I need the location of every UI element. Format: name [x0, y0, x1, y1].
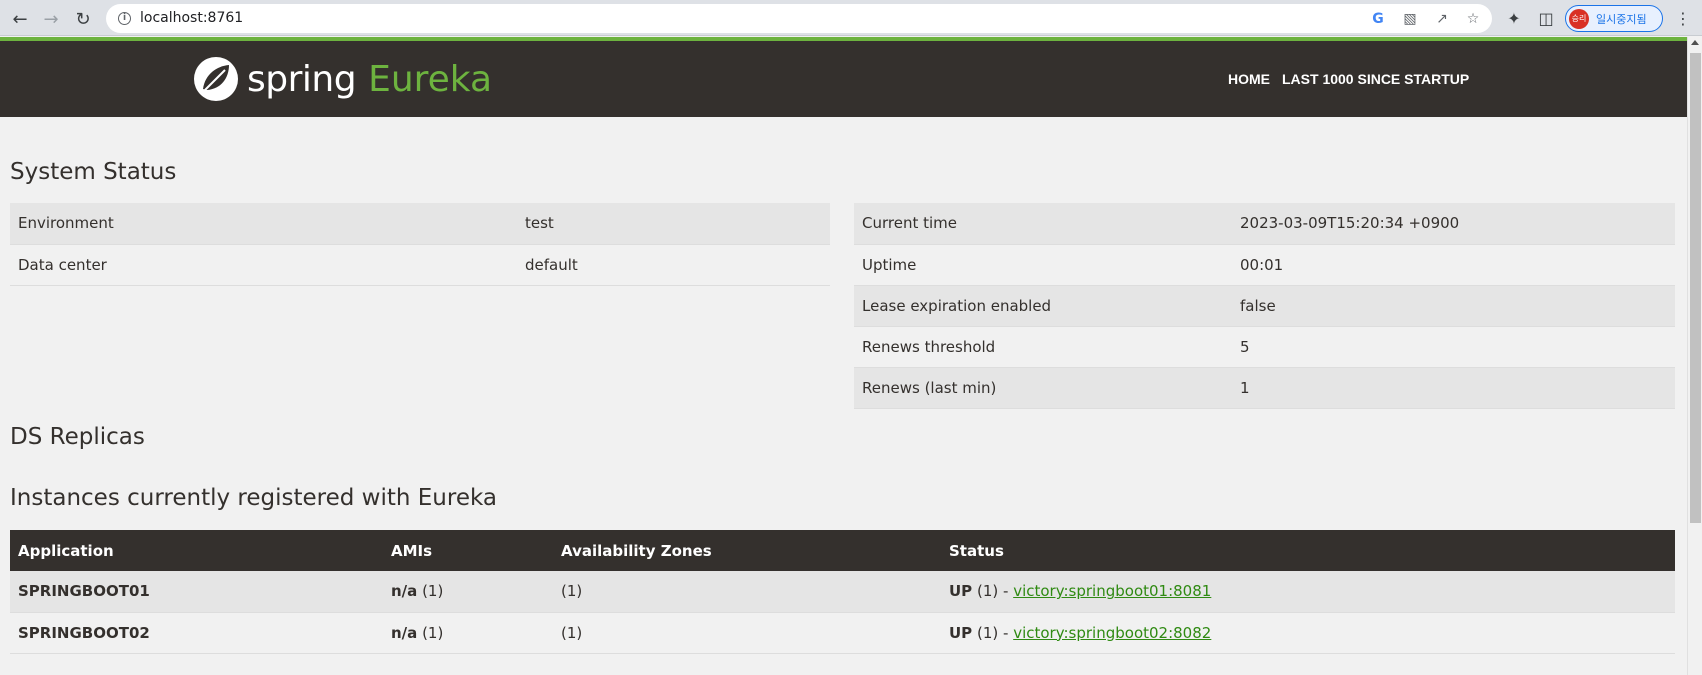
application-name: SPRINGBOOT01 [10, 571, 383, 613]
translate-icon[interactable]: ▧ [1401, 10, 1419, 28]
brand-spring-text: spring [247, 58, 357, 100]
browser-toolbar: ← → ↻ i localhost:8761 G ▧ ↗ ☆ ✦ ◫ 승리 일시… [0, 0, 1702, 36]
table-row: SPRINGBOOT01 n/a (1) (1) UP (1) - victor… [10, 571, 1675, 613]
avatar: 승리 [1569, 8, 1589, 29]
application-name: SPRINGBOOT02 [10, 612, 383, 654]
table-header-row: Application AMIs Availability Zones Stat… [10, 530, 1675, 571]
table-row: Data center default [10, 244, 830, 286]
menu-icon[interactable]: ⋮ [1672, 7, 1694, 29]
status-value: 1 [1232, 367, 1675, 409]
google-icon[interactable]: G [1369, 10, 1387, 28]
status-value: 00:01 [1232, 244, 1675, 286]
address-bar[interactable]: i localhost:8761 G ▧ ↗ ☆ [106, 4, 1492, 33]
ami-cell: n/a (1) [383, 612, 553, 654]
ami-count: (1) [422, 623, 444, 642]
instances-table: Application AMIs Availability Zones Stat… [10, 530, 1675, 654]
ami-value: n/a [391, 582, 418, 601]
site-info-icon[interactable]: i [118, 12, 131, 25]
status-count: (1) - [976, 582, 1009, 601]
status-key: Renews (last min) [854, 367, 1232, 409]
zones-cell: (1) [553, 571, 941, 613]
table-row: Renews threshold 5 [854, 326, 1675, 368]
table-row: Lease expiration enabled false [854, 285, 1675, 327]
status-value: 5 [1232, 326, 1675, 368]
status-key: Uptime [854, 244, 1232, 286]
status-count: (1) - [976, 623, 1009, 642]
url-text[interactable]: localhost:8761 [140, 10, 243, 26]
system-status-left-table: Environment test Data center default [10, 203, 830, 286]
status-key: Environment [10, 203, 517, 245]
status-value: 2023-03-09T15:20:34 +0900 [1232, 203, 1675, 245]
status-key: Lease expiration enabled [854, 285, 1232, 327]
status-label: UP [949, 582, 973, 601]
ds-replicas-title: DS Replicas [10, 424, 145, 450]
table-row: Renews (last min) 1 [854, 367, 1675, 409]
table-row: Environment test [10, 203, 830, 245]
status-key: Data center [10, 244, 517, 286]
column-header-status: Status [941, 530, 1675, 571]
status-value: false [1232, 285, 1675, 327]
ami-value: n/a [391, 623, 418, 642]
status-cell: UP (1) - victory:springboot01:8081 [941, 571, 1675, 613]
status-key: Current time [854, 203, 1232, 245]
share-icon[interactable]: ↗ [1433, 10, 1451, 28]
scroll-up-icon[interactable] [1691, 40, 1699, 45]
instance-link[interactable]: victory:springboot02:8082 [1013, 624, 1211, 642]
system-status-title: System Status [10, 159, 177, 185]
nav-home-link[interactable]: HOME [1228, 71, 1270, 87]
ami-cell: n/a (1) [383, 571, 553, 613]
reload-icon[interactable]: ↻ [70, 6, 96, 32]
status-key: Renews threshold [854, 326, 1232, 368]
nav-links: HOME LAST 1000 SINCE STARTUP [1228, 71, 1469, 87]
profile-label: 일시중지됨 [1596, 12, 1647, 26]
zones-cell: (1) [553, 612, 941, 654]
extensions-icon[interactable]: ✦ [1503, 7, 1525, 29]
side-panel-icon[interactable]: ◫ [1535, 7, 1557, 29]
spring-leaf-icon [194, 57, 238, 101]
vertical-scrollbar[interactable] [1687, 37, 1702, 675]
column-header-application: Application [10, 530, 383, 571]
status-cell: UP (1) - victory:springboot02:8082 [941, 612, 1675, 654]
profile-button[interactable]: 승리 일시중지됨 [1565, 5, 1663, 32]
brand-logo[interactable]: spring Eureka [193, 54, 492, 104]
status-value: test [517, 203, 830, 245]
forward-icon[interactable]: → [38, 6, 64, 32]
table-row: SPRINGBOOT02 n/a (1) (1) UP (1) - victor… [10, 612, 1675, 654]
scrollbar-thumb[interactable] [1690, 53, 1701, 523]
system-status-right-table: Current time 2023-03-09T15:20:34 +0900 U… [854, 203, 1675, 409]
instance-link[interactable]: victory:springboot01:8081 [1013, 582, 1211, 600]
table-row: Current time 2023-03-09T15:20:34 +0900 [854, 203, 1675, 245]
bookmark-star-icon[interactable]: ☆ [1464, 10, 1482, 28]
top-navbar: spring Eureka HOME LAST 1000 SINCE START… [0, 41, 1687, 117]
ami-count: (1) [422, 582, 444, 601]
status-value: default [517, 244, 830, 286]
table-row: Uptime 00:01 [854, 244, 1675, 286]
brand-eureka-text: Eureka [368, 58, 493, 100]
column-header-zones: Availability Zones [553, 530, 941, 571]
status-label: UP [949, 623, 973, 642]
back-icon[interactable]: ← [7, 6, 33, 32]
instances-title: Instances currently registered with Eure… [10, 485, 497, 511]
column-header-amis: AMIs [383, 530, 553, 571]
nav-last1000-link[interactable]: LAST 1000 SINCE STARTUP [1282, 71, 1469, 87]
